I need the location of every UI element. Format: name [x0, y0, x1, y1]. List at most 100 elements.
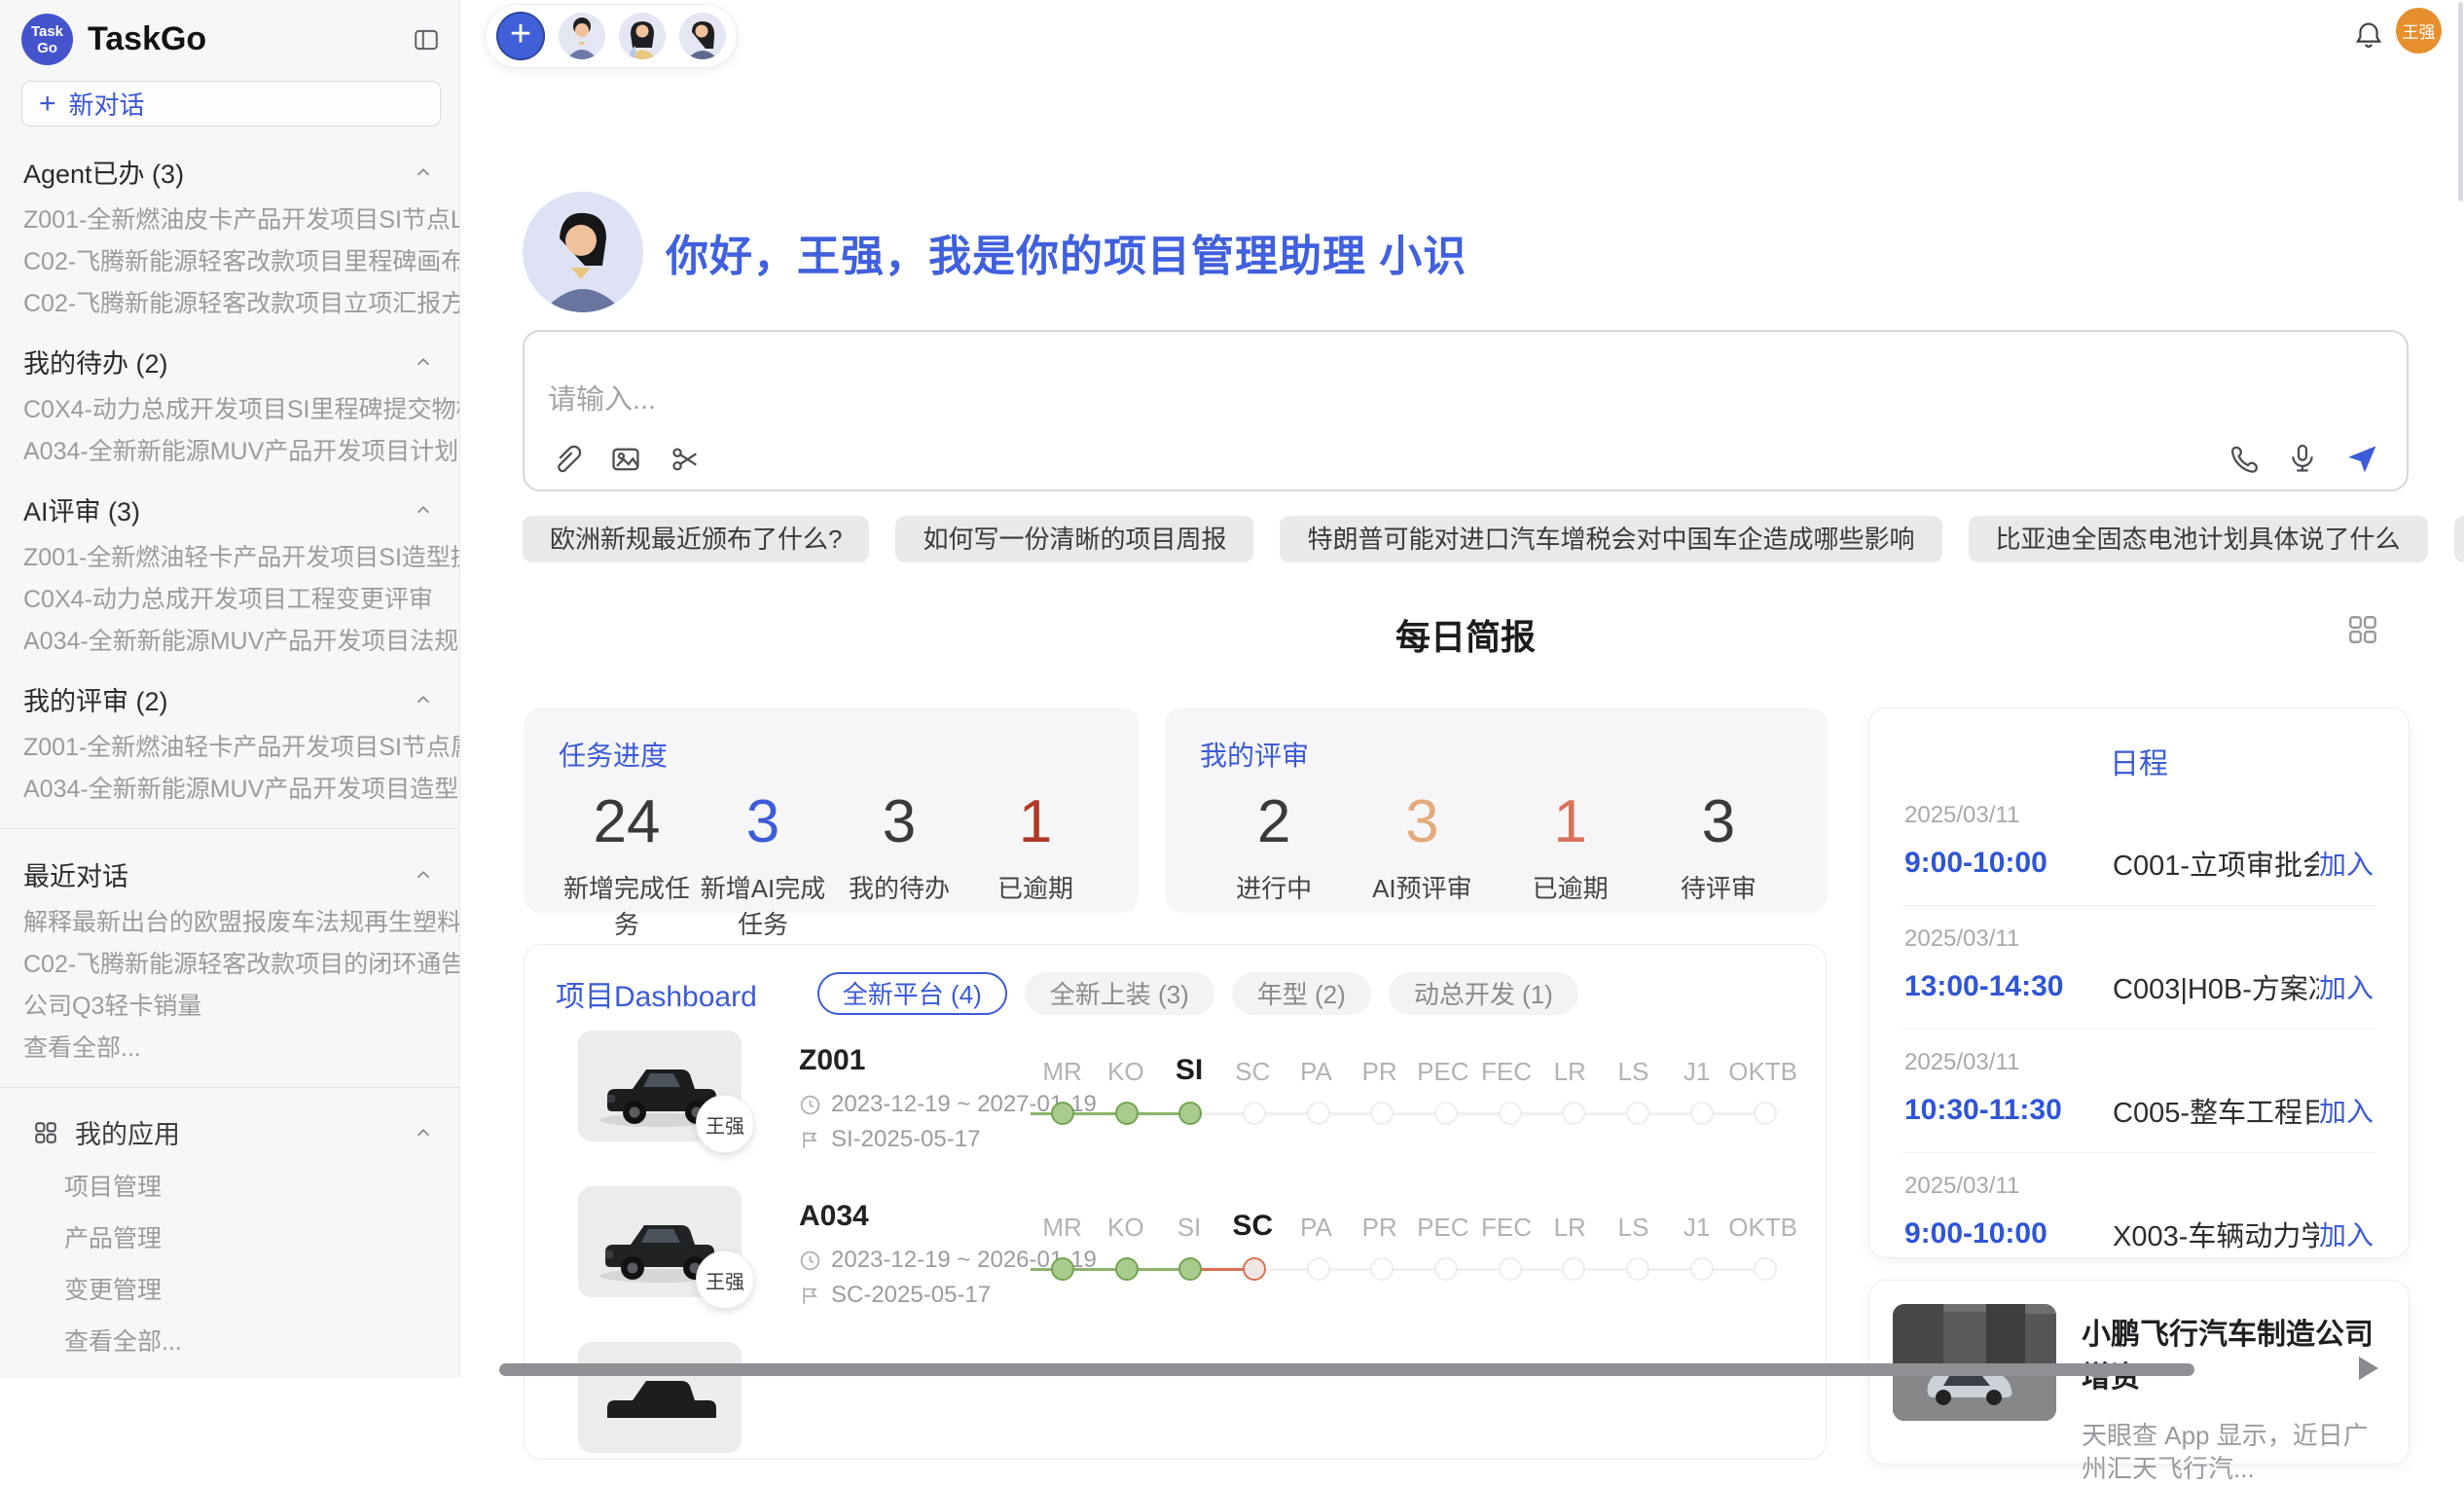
- join-link[interactable]: 加入: [2319, 844, 2373, 883]
- chevron-up-icon[interactable]: [413, 1122, 434, 1143]
- stat: 3 新增AI完成任务: [695, 781, 831, 941]
- add-agent-button[interactable]: +: [496, 12, 545, 60]
- project-owner-badge: 王强: [696, 1095, 754, 1153]
- greeting-title: 你好，王强，我是你的项目管理助理 小识: [666, 222, 1467, 282]
- schedule-item[interactable]: 2025/03/11 10:30-11:30 C005-整车工程目标评审 加入: [1902, 1030, 2375, 1153]
- tab-new-bodywork[interactable]: 全新上装 (3): [1025, 972, 1214, 1015]
- section-my-review[interactable]: 我的评审 (2): [0, 680, 459, 718]
- list-item[interactable]: C02-飞腾新能源轻客改款项目的闭环通告反馈情况: [0, 952, 459, 977]
- schedule-date: 2025/03/11: [1904, 1173, 2373, 1200]
- milestone-label: LS: [1618, 1057, 1649, 1086]
- chevron-up-icon[interactable]: [413, 162, 434, 183]
- tab-powertrain[interactable]: 动总开发 (1): [1389, 972, 1578, 1015]
- schedule-item[interactable]: 2025/03/11 13:00-14:30 C003|H0B-方案冻结评审 加…: [1902, 906, 2375, 1030]
- attachment-icon[interactable]: [550, 443, 583, 476]
- milestone-dot: [1178, 1102, 1202, 1125]
- stat: 24 新增完成任务: [559, 781, 695, 941]
- milestone-dot: [1243, 1257, 1266, 1281]
- microphone-icon[interactable]: [2286, 442, 2319, 475]
- list-item[interactable]: 解释最新出台的欧盟报废车法规再生塑料比例被调至15%...: [0, 910, 459, 935]
- assistant-avatar: [523, 192, 643, 312]
- app-title: TaskGo: [88, 20, 413, 58]
- phone-icon[interactable]: [2228, 442, 2261, 475]
- section-my-todo[interactable]: 我的待办 (2): [0, 343, 459, 381]
- new-chat-label: 新对话: [69, 86, 145, 122]
- milestone-label: KO: [1107, 1213, 1144, 1242]
- schedule-item[interactable]: 2025/03/11 9:00-10:00 C001-立项审批会 加入: [1902, 782, 2375, 906]
- chat-input[interactable]: [548, 377, 2105, 425]
- milestone-label: MR: [1042, 1057, 1081, 1086]
- milestone-dot: [1499, 1102, 1522, 1125]
- list-item[interactable]: C02-飞腾新能源轻客改款项目里程碑画布: [0, 249, 459, 274]
- milestone-dot: [1499, 1257, 1522, 1281]
- milestone-label: PA: [1300, 1057, 1332, 1086]
- suggestion-chip[interactable]: 如何写一份清晰的项目周报: [895, 516, 1253, 562]
- dashboard-tabs: 全新平台 (4) 全新上装 (3) 年型 (2) 动总开发 (1): [817, 972, 1578, 1015]
- sidebar-header: Task Go TaskGo: [0, 14, 459, 65]
- new-chat-button[interactable]: + 新对话: [21, 81, 441, 127]
- list-item[interactable]: Z001-全新燃油轻卡产品开发项目SI节点属性5D文件评审: [0, 735, 459, 760]
- suggestion-chip[interactable]: 欧洲新规最近颁布了什么?: [523, 516, 869, 562]
- chevron-up-icon[interactable]: [413, 864, 434, 886]
- list-item[interactable]: Z001-全新燃油轻卡产品开发项目SI造型提交物评审: [0, 545, 459, 570]
- scissors-icon[interactable]: [669, 443, 702, 476]
- suggestion-chip[interactable]: 比亚迪全固态电池计划具体说了什么: [1969, 516, 2428, 562]
- vertical-scrollbar[interactable]: [2458, 2, 2463, 201]
- project-row[interactable]: 王强 Z001 2023-12-19 ~ 2027-01-19 SI-2025-…: [525, 1027, 1826, 1175]
- suggestion-chip[interactable]: 当下年轻人对汽车外观有怎样的喜好趋势: [2454, 516, 2464, 562]
- sidebar-item-project-mgmt[interactable]: 项目管理: [0, 1168, 459, 1203]
- chevron-up-icon[interactable]: [413, 351, 434, 373]
- milestone-label: MR: [1042, 1213, 1081, 1242]
- join-link[interactable]: 加入: [2319, 1091, 2373, 1130]
- list-item[interactable]: C02-飞腾新能源轻客改款项目立项汇报方案: [0, 291, 459, 316]
- schedule-date: 2025/03/11: [1904, 1049, 2373, 1076]
- section-agent-done[interactable]: Agent已办 (3): [0, 153, 459, 191]
- daily-briefing-title: 每日简报: [523, 609, 2409, 660]
- milestone-track: MR KO SI SC PA PR PEC FEC LR LS J1 OKTB: [1031, 1050, 1797, 1126]
- scroll-right-arrow[interactable]: [2359, 1357, 2378, 1380]
- chevron-up-icon[interactable]: [413, 499, 434, 521]
- milestone-dot: [1690, 1257, 1714, 1281]
- send-icon[interactable]: [2344, 441, 2379, 476]
- sidebar-item-my-apps[interactable]: 我的应用: [0, 1113, 459, 1151]
- join-link[interactable]: 加入: [2319, 1214, 2373, 1253]
- project-name: Z001: [799, 1044, 865, 1077]
- sidebar-item-change-mgmt[interactable]: 变更管理: [0, 1271, 459, 1306]
- input-toolbar-left: [550, 443, 702, 476]
- sidebar-item-product-mgmt[interactable]: 产品管理: [0, 1219, 459, 1254]
- schedule-time: 10:30-11:30: [1904, 1094, 2089, 1127]
- list-item[interactable]: C0X4-动力总成开发项目工程变更评审: [0, 587, 459, 612]
- tab-model-year[interactable]: 年型 (2): [1232, 972, 1371, 1015]
- stat-label: 进行中: [1200, 869, 1348, 905]
- divider: [0, 828, 459, 829]
- agent-avatar-2[interactable]: [619, 13, 666, 59]
- horizontal-scrollbar[interactable]: [499, 1363, 2194, 1376]
- milestone-label: FEC: [1481, 1057, 1532, 1086]
- user-avatar[interactable]: 王强: [2396, 8, 2442, 54]
- section-recent-chats[interactable]: 最近对话: [0, 855, 459, 893]
- list-item[interactable]: Z001-全新燃油皮卡产品开发项目SI节点Lesson Learn报告: [0, 207, 459, 233]
- agent-avatar-1[interactable]: [559, 13, 605, 59]
- list-item[interactable]: 公司Q3轻卡销量: [0, 994, 459, 1019]
- chevron-up-icon[interactable]: [413, 689, 434, 710]
- layout-grid-icon[interactable]: [2346, 613, 2379, 646]
- list-item[interactable]: A034-全新新能源MUV产品开发项目造型可行性评审: [0, 777, 459, 802]
- view-all-apps[interactable]: 查看全部...: [0, 1323, 459, 1358]
- list-item[interactable]: C0X4-动力总成开发项目SI里程碑提交物检查: [0, 397, 459, 422]
- tab-new-platform[interactable]: 全新平台 (4): [817, 972, 1007, 1015]
- suggestion-chip[interactable]: 特朗普可能对进口汽车增税会对中国车企造成哪些影响: [1280, 516, 1941, 562]
- agent-switcher-pill: +: [485, 4, 738, 68]
- join-link[interactable]: 加入: [2319, 967, 2373, 1006]
- notification-bell-icon[interactable]: [2353, 19, 2384, 51]
- project-row[interactable]: 王强 A034 2023-12-19 ~ 2026-01-19 SC-2025-…: [525, 1182, 1826, 1330]
- image-icon[interactable]: [609, 443, 642, 476]
- section-ai-review[interactable]: AI评审 (3): [0, 490, 459, 528]
- agent-avatar-3[interactable]: [679, 13, 726, 59]
- view-all-recent[interactable]: 查看全部...: [0, 1035, 459, 1061]
- milestone-dot: [1434, 1257, 1458, 1281]
- collapse-sidebar-icon[interactable]: [413, 26, 440, 54]
- milestone-label: SC: [1235, 1057, 1270, 1086]
- list-item[interactable]: A034-全新新能源MUV产品开发项目计划变更表编写: [0, 439, 459, 464]
- list-item[interactable]: A034-全新新能源MUV产品开发项目法规符合性评审: [0, 629, 459, 654]
- schedule-item[interactable]: 2025/03/11 9:00-10:00 X003-车辆动力学性能验... 加…: [1902, 1153, 2375, 1276]
